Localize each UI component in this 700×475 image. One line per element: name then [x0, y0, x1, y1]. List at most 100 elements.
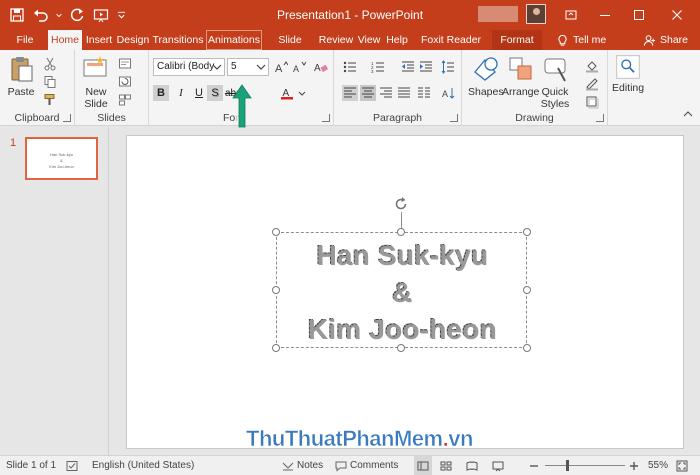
align-center-icon[interactable] — [360, 85, 376, 101]
new-slide-icon — [83, 56, 107, 77]
slide-text-line: & — [276, 273, 527, 310]
resize-handle[interactable] — [523, 286, 531, 294]
slide-sorter-icon[interactable] — [440, 456, 452, 475]
align-left-icon[interactable] — [342, 85, 358, 101]
new-slide-label-2: Slide — [84, 98, 108, 110]
increase-font-size-icon[interactable]: A — [273, 59, 289, 75]
zoom-out-icon[interactable] — [528, 456, 540, 475]
comments-button[interactable]: Comments — [335, 456, 398, 475]
arrange-button[interactable]: Arrange — [502, 54, 539, 98]
tab-animations[interactable]: Animations — [206, 30, 262, 50]
tab-view[interactable]: View — [356, 30, 382, 50]
tab-format[interactable]: Format — [492, 30, 542, 50]
shape-fill-icon[interactable] — [584, 58, 600, 74]
font-size-value: 5 — [231, 61, 237, 72]
increase-indent-icon[interactable] — [418, 59, 434, 75]
annotation-arrow-icon — [232, 84, 252, 128]
decrease-indent-icon[interactable] — [400, 59, 416, 75]
justify-icon[interactable] — [396, 85, 412, 101]
drawing-launcher-icon[interactable] — [596, 114, 604, 122]
avatar[interactable] — [526, 4, 546, 24]
resize-handle[interactable] — [523, 344, 531, 352]
maximize-icon[interactable] — [624, 0, 654, 30]
resize-handle[interactable] — [397, 228, 405, 236]
close-icon[interactable] — [662, 0, 692, 30]
numbering-icon[interactable]: 123 — [370, 59, 386, 75]
svg-text:A: A — [275, 63, 283, 74]
text-direction-icon[interactable]: A — [440, 85, 456, 101]
notes-button[interactable]: Notes — [282, 456, 323, 475]
bold-button[interactable]: B — [153, 85, 169, 101]
tell-me-search[interactable]: Tell me — [556, 30, 606, 50]
slide-title[interactable]: Han Suk-kyu & Kim Joo-heon — [276, 232, 527, 347]
tab-file[interactable]: File — [10, 30, 40, 50]
underline-button[interactable]: U — [191, 85, 207, 101]
normal-view-icon[interactable] — [414, 456, 432, 475]
shape-effects-icon[interactable] — [584, 94, 600, 110]
tab-slide-show[interactable]: Slide Show — [264, 30, 316, 66]
ribbon-display-options-icon[interactable] — [556, 0, 586, 30]
paste-button[interactable]: Paste — [6, 54, 36, 98]
reset-icon[interactable] — [117, 74, 133, 90]
spelling-icon[interactable] — [66, 456, 78, 475]
collapse-ribbon-icon[interactable] — [680, 106, 696, 122]
resize-handle[interactable] — [272, 286, 280, 294]
copy-icon[interactable] — [42, 74, 58, 90]
minimize-icon[interactable] — [590, 0, 620, 30]
tab-design[interactable]: Design — [116, 30, 150, 50]
clipboard-launcher-icon[interactable] — [63, 114, 71, 122]
quick-styles-button[interactable]: Quick Styles — [540, 54, 570, 110]
slide-canvas[interactable]: Han Suk-kyu & Kim Joo-heon — [126, 135, 684, 449]
shapes-button[interactable]: Shapes — [468, 54, 504, 98]
columns-icon[interactable] — [416, 85, 432, 101]
decrease-font-size-icon[interactable]: A — [291, 59, 307, 75]
editing-button[interactable]: Editing — [612, 54, 644, 94]
resize-handle[interactable] — [523, 228, 531, 236]
font-color-dropdown-icon[interactable] — [297, 85, 307, 101]
language-status[interactable]: English (United States) — [92, 456, 194, 475]
section-icon[interactable] — [117, 92, 133, 108]
pane-splitter[interactable] — [108, 127, 109, 455]
resize-handle[interactable] — [272, 344, 280, 352]
format-painter-icon[interactable] — [42, 92, 58, 108]
tab-transitions[interactable]: Transitions — [152, 30, 204, 50]
reading-view-icon[interactable] — [466, 456, 478, 475]
paragraph-launcher-icon[interactable] — [450, 114, 458, 122]
zoom-slider[interactable] — [545, 465, 625, 466]
font-size-combo[interactable]: 5 — [227, 58, 269, 76]
text-shadow-button[interactable]: S — [207, 85, 223, 101]
user-name[interactable] — [478, 6, 518, 22]
slides-group: New Slide Slides — [75, 50, 149, 126]
font-launcher-icon[interactable] — [322, 114, 330, 122]
slide-counter[interactable]: Slide 1 of 1 — [6, 456, 56, 475]
paste-label: Paste — [7, 86, 35, 98]
font-color-button[interactable]: A — [279, 85, 295, 101]
tab-foxit-reader-pdf[interactable]: Foxit Reader PDF — [412, 30, 490, 66]
tab-home[interactable]: Home — [48, 30, 82, 50]
zoom-slider-thumb[interactable] — [565, 460, 569, 471]
slide-thumbnail[interactable]: Han Suk-kyu & Kim Joo-heon — [25, 137, 98, 180]
share-button[interactable]: Share — [643, 30, 688, 50]
tab-help[interactable]: Help — [384, 30, 410, 50]
slide-show-icon[interactable] — [492, 456, 504, 475]
zoom-in-icon[interactable] — [628, 456, 640, 475]
resize-handle[interactable] — [272, 228, 280, 236]
notes-label: Notes — [297, 460, 324, 471]
new-slide-button[interactable]: New Slide — [81, 54, 111, 110]
shape-outline-icon[interactable] — [584, 76, 600, 92]
resize-handle[interactable] — [397, 344, 405, 352]
rotate-handle-icon[interactable] — [393, 196, 409, 212]
layout-icon[interactable] — [117, 56, 133, 72]
font-family-combo[interactable]: Calibri (Body — [153, 58, 225, 76]
align-right-icon[interactable] — [378, 85, 394, 101]
tab-insert[interactable]: Insert — [84, 30, 114, 50]
bullets-icon[interactable] — [342, 59, 358, 75]
italic-button[interactable]: I — [173, 85, 189, 101]
quick-styles-label-2: Styles — [540, 98, 570, 110]
fit-to-window-icon[interactable] — [676, 456, 688, 475]
tab-review[interactable]: Review — [318, 30, 354, 50]
zoom-level[interactable]: 55% — [648, 456, 668, 475]
clear-formatting-icon[interactable]: A — [313, 59, 329, 75]
line-spacing-icon[interactable] — [440, 59, 456, 75]
cut-icon[interactable] — [42, 56, 58, 72]
